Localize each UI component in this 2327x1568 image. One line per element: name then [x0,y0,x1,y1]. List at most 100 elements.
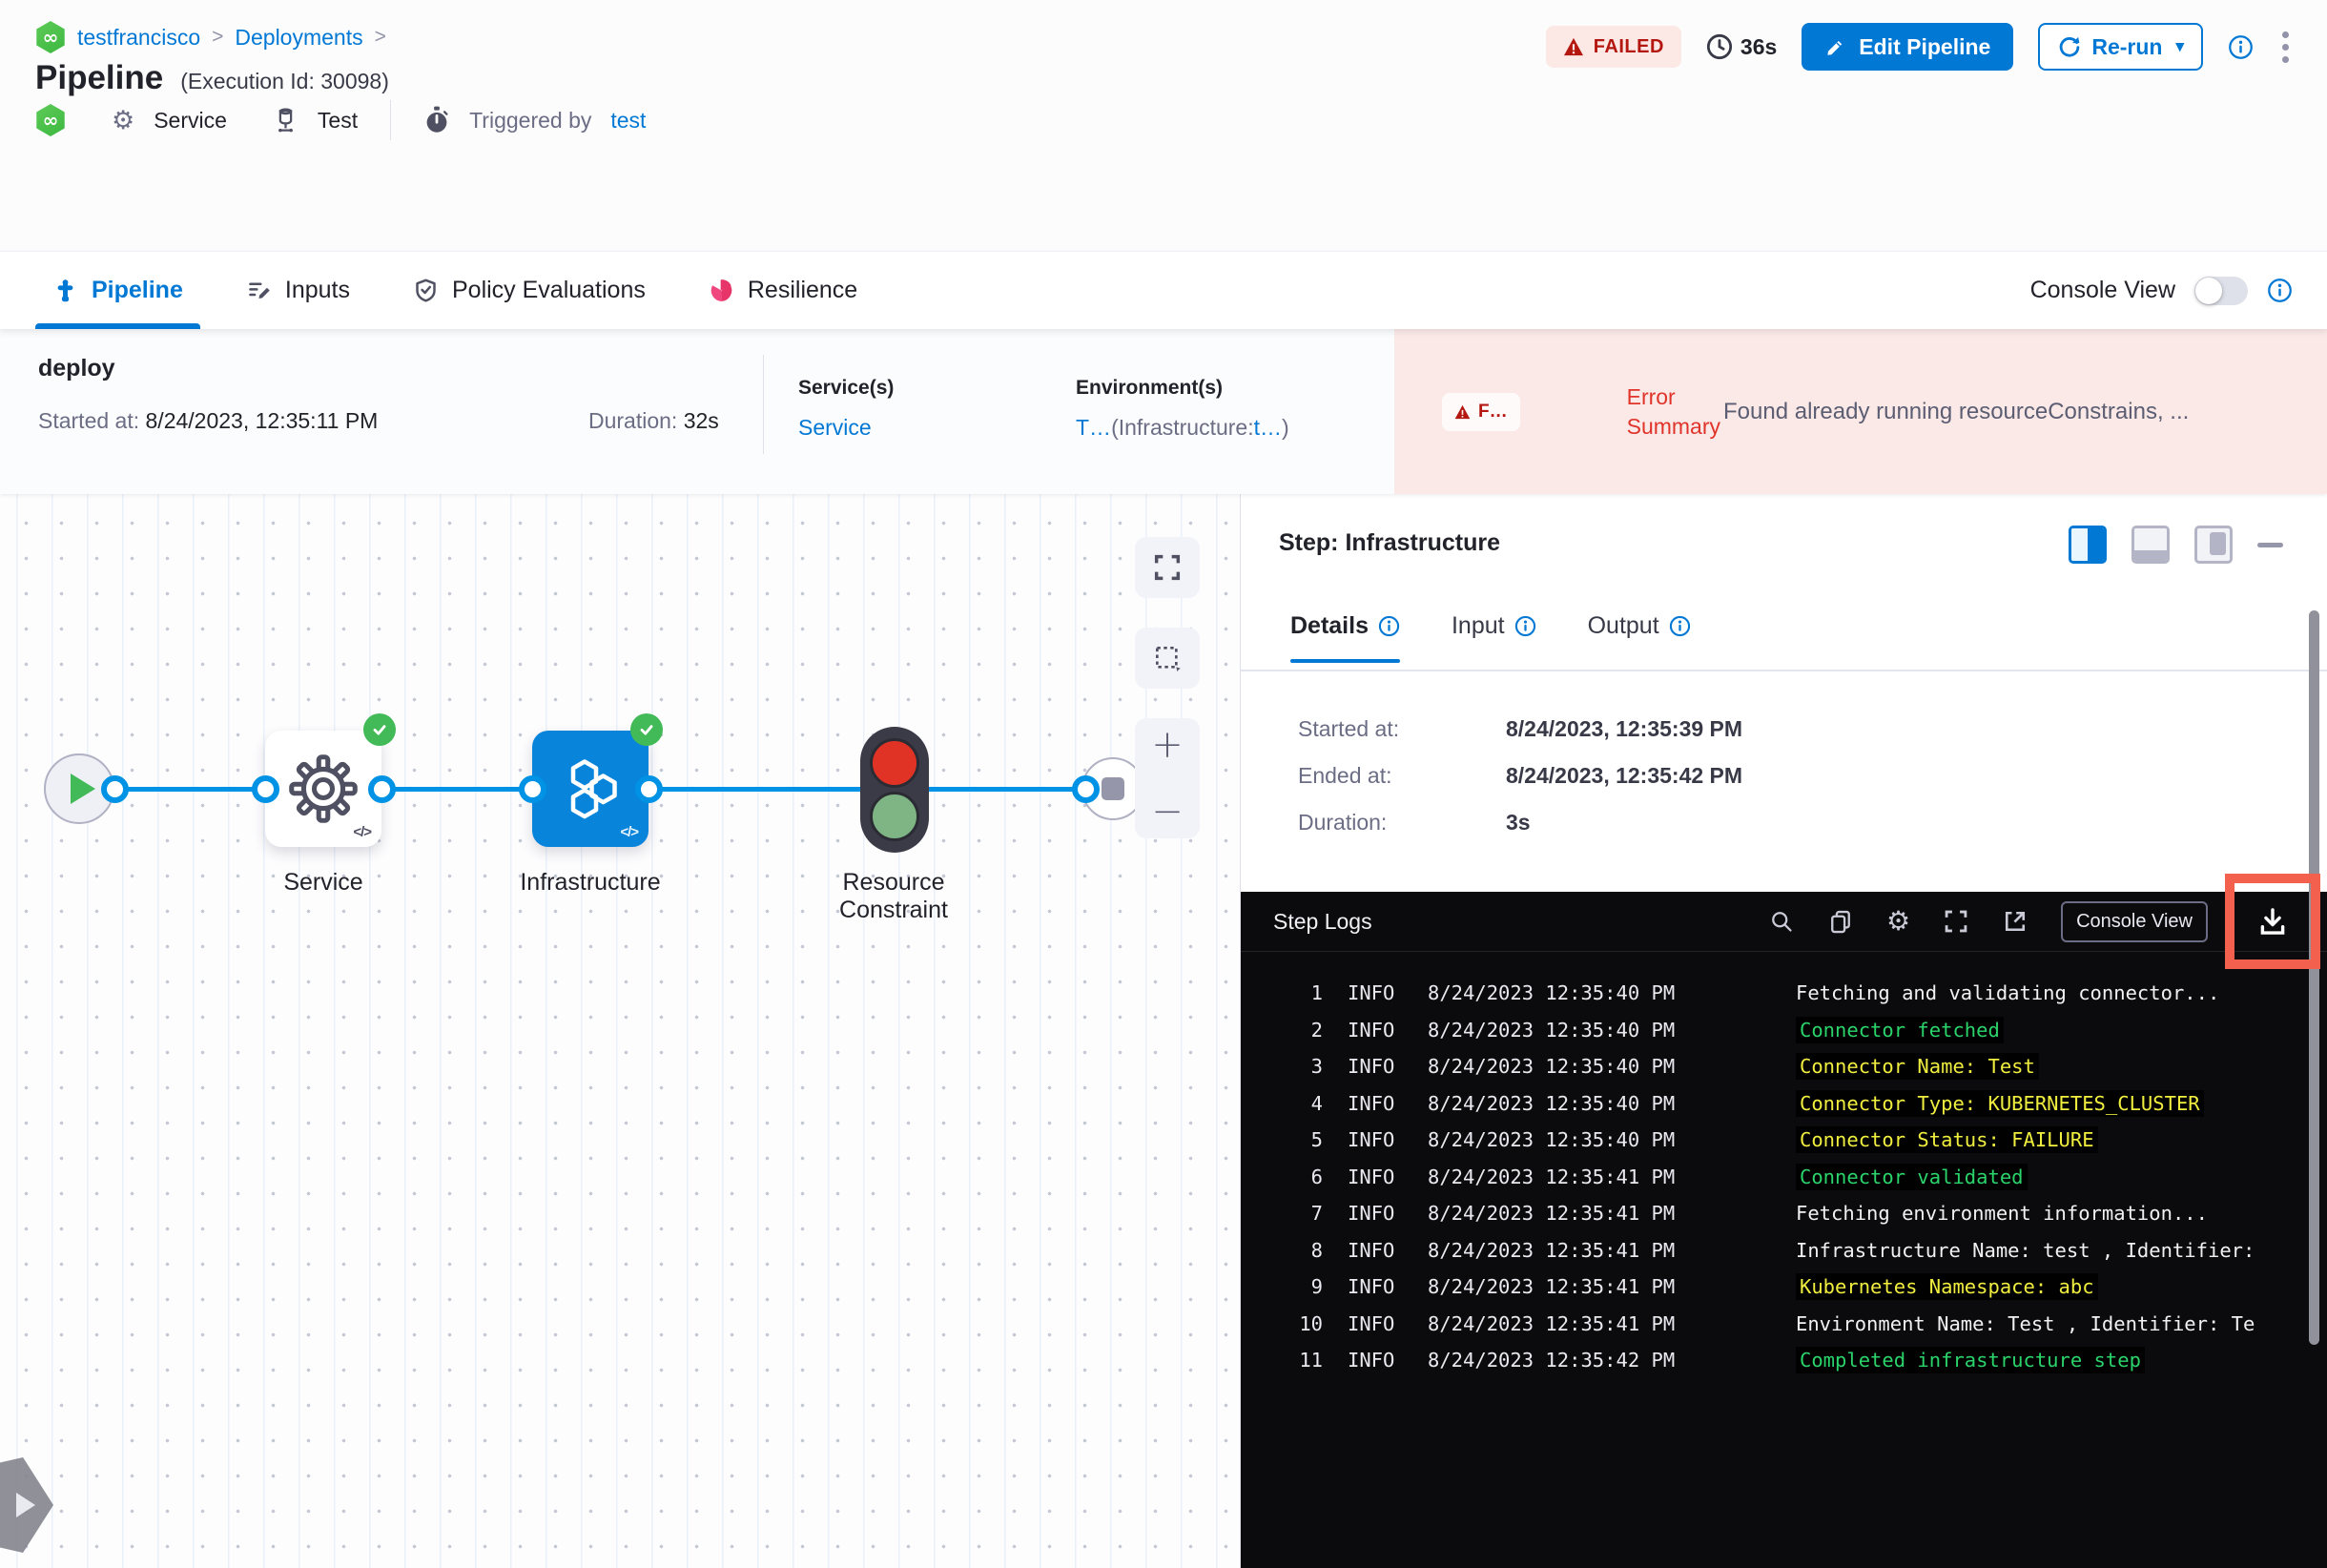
stage-summary-bar: deploy Started at: 8/24/2023, 12:35:11 P… [0,329,2327,494]
resilience-icon [710,279,732,301]
log-line-number: 5 [1310,1128,1323,1152]
environment-link[interactable]: T…(Infrastructure:t…) [1076,415,1289,441]
graph-edge [927,787,1085,792]
service-name[interactable]: Service [154,108,227,134]
log-line: 4 INFO 8/24/2023 12:35:40 PM Connector T… [1241,1085,2327,1123]
stopwatch-icon [423,106,450,134]
play-icon [71,774,95,804]
log-level: INFO [1348,1055,1395,1079]
triggered-by-user-link[interactable]: test [610,108,646,134]
graph-edge [114,787,265,792]
rerun-button[interactable]: Re-run ▾ [2038,23,2203,71]
gear-icon: ⚙ [112,105,135,135]
tab-resilience[interactable]: Resilience [709,252,857,329]
infrastructure-node-label: Infrastructure [520,869,661,896]
minimize-panel-button[interactable] [2257,542,2283,547]
info-icon[interactable] [2267,278,2293,303]
log-level: INFO [1348,1018,1395,1042]
tabs-bar: Pipeline Inputs Policy Evaluations Resil… [0,251,2327,329]
tab-policy-evaluations[interactable]: Policy Evaluations [413,252,646,329]
gear-icon [289,754,358,823]
chevron-down-icon: ▾ [2175,37,2184,55]
pipeline-graph-canvas[interactable]: </> </> Service Infrastructure Resource … [0,494,1240,1568]
service-step-node[interactable]: </> [265,731,381,847]
logs-console-view-button[interactable]: Console View [2061,900,2208,942]
log-line-number: 2 [1310,1018,1323,1042]
log-line-number: 4 [1310,1091,1323,1115]
error-summary-label: Error Summary [1626,383,1721,439]
log-level: INFO [1348,1165,1395,1188]
panel-scrollbar[interactable] [2309,610,2319,1345]
status-badge: FAILED [1545,26,1681,68]
log-timestamp: 8/24/2023 12:35:42 PM [1428,1349,1676,1372]
step-logs-title: Step Logs [1273,908,1372,934]
warning-icon [1454,404,1471,419]
log-line: 11 INFO 8/24/2023 12:35:42 PM Completed … [1241,1342,2327,1379]
horizontal-split-view-button[interactable] [2131,526,2170,564]
log-level: INFO [1348,1311,1395,1335]
node-port [519,775,546,803]
environment-name[interactable]: Test [318,108,358,134]
code-glyph: </> [353,824,372,840]
highlight-box [2225,874,2320,969]
log-timestamp: 8/24/2023 12:35:41 PM [1428,1238,1676,1262]
breadcrumb-project-link[interactable]: testfrancisco [77,25,200,51]
log-message: Fetching and validating connector... [1796,981,2220,1005]
log-message: Connector Type: KUBERNETES_CLUSTER [1796,1089,2204,1117]
log-level: INFO [1348,1091,1395,1115]
log-line: 6 INFO 8/24/2023 12:35:41 PM Connector v… [1241,1159,2327,1196]
services-label: Service(s) [798,377,895,399]
node-port [368,775,396,803]
success-check-badge [630,713,663,746]
environments-label: Environment(s) [1076,377,1224,399]
zoom-in-button[interactable]: + [1151,726,1184,764]
elapsed-time: 36s [1706,33,1777,60]
zoom-out-button[interactable]: − [1151,793,1184,831]
info-icon [1669,615,1690,637]
copy-icon[interactable] [1827,908,1854,935]
search-icon[interactable] [1769,909,1795,935]
green-light [870,792,919,841]
tab-inputs[interactable]: Inputs [246,252,350,329]
download-logs-icon[interactable] [2256,905,2289,938]
tab-output[interactable]: Output [1588,612,1691,661]
fullscreen-icon[interactable] [1943,908,1969,935]
log-timestamp: 8/24/2023 12:35:40 PM [1428,981,1676,1005]
zoom-controls: + − [1135,718,1200,838]
clock-icon [1706,33,1732,60]
tab-input[interactable]: Input [1452,612,1536,661]
floating-view-button[interactable] [2194,526,2233,564]
divider [390,100,392,140]
more-options-menu[interactable] [2278,28,2293,67]
node-port [101,775,129,803]
console-view-toggle[interactable] [2194,276,2248,305]
tab-pipeline[interactable]: Pipeline [35,252,200,329]
info-icon[interactable] [2228,34,2254,60]
stage-name[interactable]: deploy [38,355,115,382]
log-line: 1 INFO 8/24/2023 12:35:40 PM Fetching an… [1241,975,2327,1012]
service-link[interactable]: Service [798,415,872,440]
ended-at-value: 8/24/2023, 12:35:42 PM [1506,763,1743,788]
log-line: 5 INFO 8/24/2023 12:35:40 PM Connector S… [1241,1122,2327,1159]
step-details-panel: Step: Infrastructure Details Input Outpu… [1240,494,2327,1568]
page-header: ∞ testfrancisco > Deployments > Pipeline… [0,0,2327,251]
log-message: Completed infrastructure step [1796,1347,2145,1374]
fit-to-screen-button[interactable] [1135,537,1200,598]
breadcrumb-deployments-link[interactable]: Deployments [235,25,362,51]
log-line: 8 INFO 8/24/2023 12:35:41 PM Infrastruct… [1241,1232,2327,1269]
log-line: 7 INFO 8/24/2023 12:35:41 PM Fetching en… [1241,1195,2327,1232]
infrastructure-step-node[interactable]: </> [532,731,649,847]
resource-constraint-node[interactable] [860,727,929,853]
log-line: 2 INFO 8/24/2023 12:35:40 PM Connector f… [1241,1012,2327,1049]
pipeline-icon [57,279,73,302]
marquee-select-button[interactable] [1135,628,1200,689]
open-in-new-icon[interactable] [2002,908,2028,935]
log-settings-gear-icon[interactable]: ⚙ [1886,908,1910,935]
expand-left-nav-arrow[interactable] [0,1457,53,1553]
hexagons-icon [570,759,617,819]
log-line-number: 6 [1310,1165,1323,1188]
vertical-split-view-button[interactable] [2069,526,2107,564]
log-message: Connector Name: Test [1796,1053,2039,1081]
edit-pipeline-button[interactable]: Edit Pipeline [1802,23,2014,71]
tab-details[interactable]: Details [1290,612,1400,663]
